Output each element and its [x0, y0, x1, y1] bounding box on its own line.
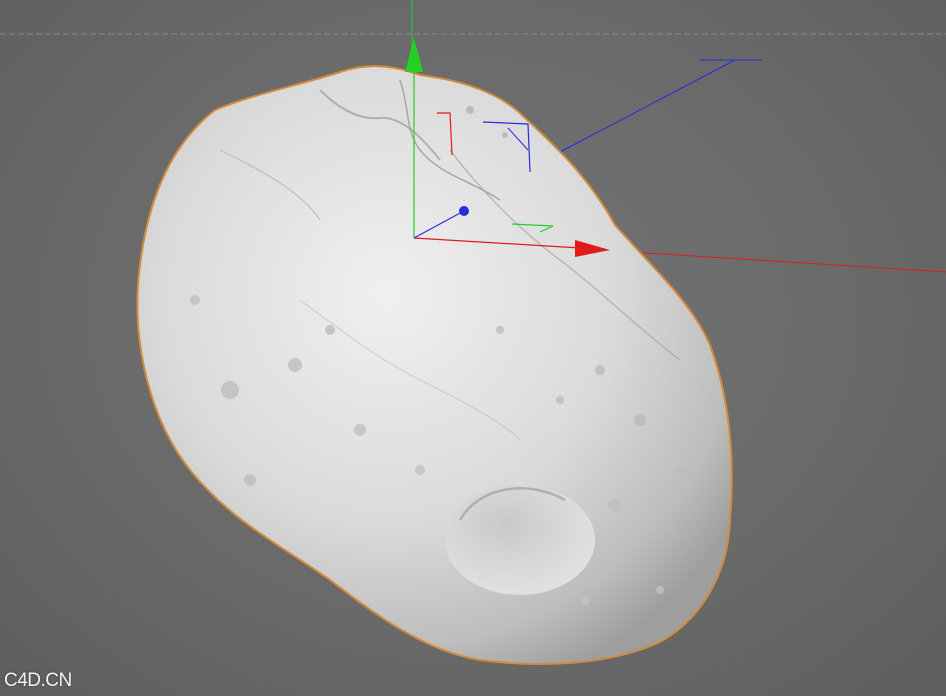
crater-small	[190, 295, 200, 305]
crater-small	[556, 396, 564, 404]
crater-small	[676, 466, 684, 474]
world-z-axis-line	[559, 59, 736, 153]
crater-small	[502, 132, 508, 138]
asteroid-mesh[interactable]	[136, 65, 733, 665]
crater-small	[595, 365, 605, 375]
crater-small	[466, 106, 474, 114]
gizmo-y-arrow-icon[interactable]	[405, 38, 423, 72]
crater-small	[288, 358, 302, 372]
crater-small	[244, 474, 256, 486]
crater-small	[608, 498, 622, 512]
gizmo-z-handle-icon[interactable]	[459, 206, 469, 216]
crater-small	[580, 595, 590, 605]
crater-small	[634, 414, 646, 426]
3d-viewport[interactable]: C4D.CN	[0, 0, 946, 696]
crater-small	[354, 424, 366, 436]
crater-large	[445, 485, 595, 595]
crater-small	[325, 325, 335, 335]
crater-small	[415, 465, 425, 475]
crater-small	[656, 586, 664, 594]
viewport-canvas[interactable]	[0, 0, 946, 696]
watermark-text: C4D.CN	[4, 670, 72, 691]
crater-small	[496, 326, 504, 334]
crater-small	[221, 381, 239, 399]
asteroid-outline[interactable]	[136, 65, 733, 665]
